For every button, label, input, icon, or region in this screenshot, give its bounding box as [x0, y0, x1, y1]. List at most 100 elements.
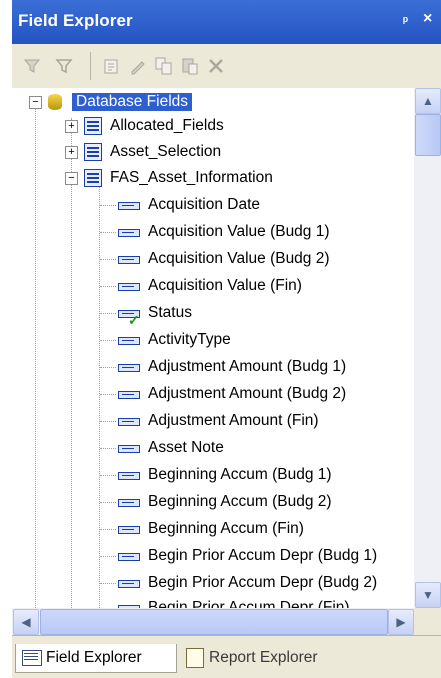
tree-branch	[100, 502, 116, 503]
field-label: Acquisition Date	[148, 196, 261, 213]
tree-branch	[100, 421, 116, 422]
field-tree: − Database Fields + Allocated_Fields + A…	[12, 88, 414, 608]
field-icon	[116, 524, 140, 534]
tree-branch	[100, 313, 116, 314]
table-node[interactable]: + Asset_Selection	[65, 138, 221, 166]
field-item[interactable]: ✓ Status	[100, 299, 192, 328]
tab-label: Field Explorer	[46, 649, 142, 666]
tree-branch	[100, 259, 116, 260]
panel-title: Field Explorer	[18, 11, 133, 30]
field-item[interactable]: Adjustment Amount (Budg 2)	[100, 380, 346, 408]
left-edge	[0, 0, 12, 677]
field-item[interactable]: Asset Note	[100, 434, 224, 462]
paste-icon[interactable]	[178, 54, 202, 78]
tree-branch	[100, 394, 116, 395]
field-icon	[116, 227, 140, 237]
filter-icon[interactable]	[20, 54, 44, 78]
toolbar	[12, 44, 441, 89]
field-icon	[116, 470, 140, 480]
field-icon	[116, 254, 140, 264]
field-item[interactable]: Acquisition Value (Budg 2)	[100, 245, 330, 273]
expand-icon[interactable]: +	[65, 119, 78, 133]
field-item[interactable]: Beginning Accum (Budg 2)	[100, 488, 332, 516]
tree-line	[35, 100, 36, 608]
tree-branch	[100, 340, 116, 341]
scroll-up-icon[interactable]: ▲	[415, 88, 441, 114]
tree-branch	[100, 475, 116, 476]
scroll-right-icon[interactable]: ▶	[388, 609, 414, 635]
field-item[interactable]: Acquisition Value (Fin)	[100, 272, 302, 300]
toolbar-separator	[90, 52, 91, 80]
table-node[interactable]: + Allocated_Fields	[65, 112, 224, 140]
close-icon[interactable]: ×	[423, 10, 432, 28]
table-label: FAS_Asset_Information	[110, 169, 273, 186]
tree-branch	[100, 367, 116, 368]
field-item[interactable]: Beginning Accum (Fin)	[100, 515, 304, 543]
tree-branch	[100, 448, 116, 449]
scroll-down-icon[interactable]: ▼	[415, 582, 441, 608]
collapse-icon[interactable]: −	[29, 95, 42, 109]
title-bar[interactable]: Field Explorer ᵖ ×	[12, 0, 441, 44]
field-label: Adjustment Amount (Budg 2)	[148, 385, 347, 402]
table-label: Allocated_Fields	[110, 117, 224, 134]
field-item[interactable]: Adjustment Amount (Budg 1)	[100, 353, 346, 381]
field-label: Beginning Accum (Budg 2)	[148, 493, 332, 510]
field-explorer-panel: Field Explorer ᵖ × − Database Fields + A…	[12, 0, 441, 678]
tree-branch	[100, 556, 116, 557]
rename-icon[interactable]	[126, 54, 150, 78]
expand-icon[interactable]: +	[65, 145, 78, 159]
tab-strip: Field Explorer Report Explorer	[12, 635, 441, 678]
field-label: Asset Note	[148, 439, 224, 456]
copy-icon[interactable]	[152, 54, 176, 78]
tab-report-explorer[interactable]: Report Explorer	[182, 644, 318, 672]
scroll-left-icon[interactable]: ◀	[13, 609, 39, 635]
field-item[interactable]: Begin Prior Accum Depr (Budg 1)	[100, 542, 377, 570]
field-label: Acquisition Value (Fin)	[148, 277, 302, 294]
field-item[interactable]: Acquisition Date	[100, 191, 260, 219]
tree-branch	[100, 583, 116, 584]
collapse-icon[interactable]: −	[65, 171, 78, 185]
field-icon	[116, 362, 140, 372]
vertical-scrollbar[interactable]: ▲ ▼	[414, 88, 441, 608]
field-icon	[116, 497, 140, 507]
field-icon	[116, 551, 140, 561]
tab-label: Report Explorer	[209, 649, 318, 666]
delete-icon[interactable]	[204, 54, 228, 78]
refresh-icon[interactable]	[52, 54, 76, 78]
table-icon	[84, 169, 102, 187]
table-icon	[84, 143, 102, 161]
tree-branch	[100, 232, 116, 233]
table-node[interactable]: − FAS_Asset_Information	[65, 164, 273, 192]
horizontal-scroll-thumb[interactable]	[40, 609, 388, 635]
field-item[interactable]: Begin Prior Accum Depr (Fin)	[100, 594, 350, 608]
table-label: Asset_Selection	[110, 143, 222, 160]
tab-field-explorer[interactable]: Field Explorer	[15, 644, 177, 673]
field-icon	[116, 416, 140, 426]
field-icon	[116, 443, 140, 453]
field-label: Acquisition Value (Budg 2)	[148, 250, 330, 267]
edit-icon[interactable]	[100, 54, 124, 78]
field-label: Adjustment Amount (Budg 1)	[148, 358, 347, 375]
field-label: Begin Prior Accum Depr (Budg 2)	[148, 574, 378, 591]
field-explorer-icon	[22, 650, 42, 666]
field-label: Beginning Accum (Fin)	[148, 520, 304, 537]
field-label: Beginning Accum (Budg 1)	[148, 466, 332, 483]
tree-branch	[100, 529, 116, 530]
field-label: Adjustment Amount (Fin)	[148, 412, 319, 429]
field-item[interactable]: Acquisition Value (Budg 1)	[100, 218, 330, 246]
vertical-scroll-thumb[interactable]	[415, 114, 441, 156]
field-icon	[116, 335, 140, 345]
field-item[interactable]: ActivityType	[100, 326, 231, 354]
tree-branch	[100, 286, 116, 287]
table-icon	[84, 117, 102, 135]
horizontal-scrollbar[interactable]: ◀ ▶	[12, 608, 414, 635]
field-item[interactable]: Beginning Accum (Budg 1)	[100, 461, 332, 489]
tree-branch	[100, 205, 116, 206]
pin-icon[interactable]: ᵖ	[403, 13, 408, 28]
field-label: Status	[148, 304, 192, 321]
tree-root-label: Database Fields	[72, 93, 193, 111]
field-label: Begin Prior Accum Depr (Fin)	[148, 599, 350, 608]
field-item[interactable]: Adjustment Amount (Fin)	[100, 407, 319, 435]
scroll-corner	[414, 608, 441, 635]
field-item[interactable]: Begin Prior Accum Depr (Budg 2)	[100, 569, 377, 597]
